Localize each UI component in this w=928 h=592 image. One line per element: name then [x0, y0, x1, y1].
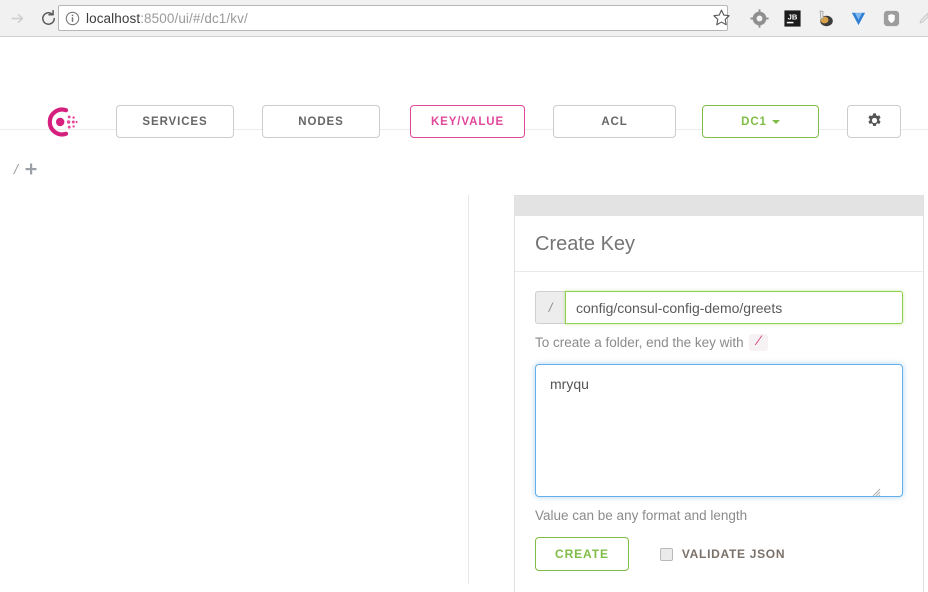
gear-icon — [866, 112, 883, 132]
jetbrains-extension-icon[interactable]: JB — [781, 6, 803, 30]
address-bar[interactable]: localhost:8500/ui/#/dc1/kv/ — [58, 5, 728, 31]
key-helper-text: To create a folder, end the key with / — [535, 334, 903, 351]
consul-navbar: SERVICES NODES KEY/VALUE ACL DC1 — [0, 38, 928, 138]
value-textarea-wrap — [535, 364, 903, 497]
nav-item-label: NODES — [298, 115, 344, 128]
extension-icons: JB — [748, 6, 928, 30]
eyedropper-extension-icon[interactable] — [913, 6, 928, 30]
nav-item-label: KEY/VALUE — [430, 115, 505, 128]
url-host: localhost — [86, 10, 141, 26]
key-helper-code: / — [748, 334, 769, 351]
nav-item-acl[interactable]: ACL — [553, 105, 676, 138]
chevron-down-icon — [771, 119, 780, 124]
value-textarea[interactable] — [535, 364, 903, 497]
value-helper-text: Value can be any format and length — [535, 508, 748, 523]
yandex-extension-icon[interactable] — [847, 6, 869, 30]
datacenter-label: DC1 — [741, 115, 767, 128]
breadcrumb-root[interactable]: / — [14, 161, 18, 177]
forward-arrow-icon[interactable] — [3, 4, 31, 32]
create-key-card: Create Key / To create a folder, end the… — [514, 195, 924, 592]
breadcrumb: / — [14, 161, 37, 177]
nav-item-label: ACL — [601, 115, 628, 128]
key-input-group: / — [535, 291, 903, 324]
datacenter-selector[interactable]: DC1 — [702, 105, 819, 138]
ink-extension-icon[interactable] — [814, 6, 836, 30]
card-header: Create Key — [515, 216, 923, 272]
info-circle-icon — [65, 11, 80, 25]
nav-item-key-value[interactable]: KEY/VALUE — [410, 105, 525, 138]
shield-extension-icon[interactable] — [880, 6, 902, 30]
browser-chrome: localhost:8500/ui/#/dc1/kv/ JB — [0, 0, 928, 37]
nav-item-label: SERVICES — [142, 115, 208, 128]
key-prefix-addon: / — [535, 291, 565, 324]
validate-json-checkbox[interactable]: VALIDATE JSON — [659, 547, 786, 561]
consul-logo[interactable] — [44, 104, 80, 140]
plus-icon[interactable] — [25, 163, 37, 175]
kv-list-pane — [0, 195, 469, 584]
card-topbar — [515, 196, 923, 216]
create-button[interactable]: CREATE — [535, 537, 629, 571]
validate-json-label: VALIDATE JSON — [681, 547, 786, 561]
key-helper-label: To create a folder, end the key with — [535, 335, 744, 350]
card-actions: CREATE VALIDATE JSON — [535, 537, 903, 591]
gear-extension-icon[interactable] — [748, 6, 770, 30]
url-text: localhost:8500/ui/#/dc1/kv/ — [86, 11, 248, 26]
star-icon[interactable] — [712, 8, 732, 28]
nav-item-services[interactable]: SERVICES — [116, 105, 234, 138]
page-title: Create Key — [535, 233, 636, 255]
checkbox-box[interactable] — [659, 547, 673, 561]
key-input[interactable] — [565, 291, 903, 324]
url-path: :8500/ui/#/dc1/kv/ — [140, 10, 248, 26]
card-body: / To create a folder, end the key with /… — [515, 272, 923, 591]
settings-button[interactable] — [847, 105, 901, 138]
svg-text:JB: JB — [787, 12, 797, 21]
nav-item-nodes[interactable]: NODES — [262, 105, 380, 138]
